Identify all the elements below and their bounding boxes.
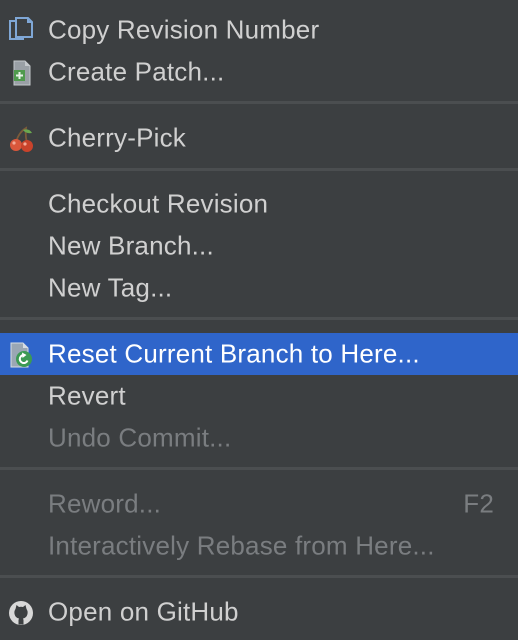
- menu-item-label: Reset Current Branch to Here...: [48, 338, 420, 369]
- menu-item-reset-current-branch[interactable]: Reset Current Branch to Here...: [0, 333, 518, 375]
- menu-item-copy-revision-number[interactable]: Copy Revision Number: [0, 9, 518, 51]
- menu-item-checkout-revision[interactable]: Checkout Revision: [0, 183, 518, 225]
- patch-icon: [6, 58, 36, 88]
- menu-item-shortcut: F2: [463, 488, 494, 519]
- github-icon: [6, 598, 36, 628]
- menu-item-undo-commit[interactable]: Undo Commit...: [0, 417, 518, 459]
- menu-item-reword[interactable]: Reword... F2: [0, 483, 518, 525]
- copy-icon: [6, 16, 36, 46]
- menu-item-label: Open on GitHub: [48, 596, 239, 627]
- menu-item-interactively-rebase[interactable]: Interactively Rebase from Here...: [0, 525, 518, 567]
- menu-item-new-branch[interactable]: New Branch...: [0, 225, 518, 267]
- menu-item-new-tag[interactable]: New Tag...: [0, 267, 518, 309]
- cherry-icon: [6, 124, 36, 154]
- menu-item-label: Checkout Revision: [48, 188, 269, 219]
- menu-separator: [0, 575, 518, 578]
- context-menu: Copy Revision Number Create Patch... Che…: [0, 0, 518, 640]
- reset-icon: [6, 340, 36, 370]
- menu-item-label: Reword...: [48, 488, 162, 519]
- menu-separator: [0, 467, 518, 470]
- menu-item-label: Interactively Rebase from Here...: [48, 530, 435, 561]
- menu-item-label: New Tag...: [48, 272, 173, 303]
- menu-separator: [0, 101, 518, 104]
- menu-separator: [0, 317, 518, 320]
- menu-item-cherry-pick[interactable]: Cherry-Pick: [0, 117, 518, 159]
- menu-separator: [0, 168, 518, 171]
- menu-item-label: Undo Commit...: [48, 422, 232, 453]
- menu-item-create-patch[interactable]: Create Patch...: [0, 51, 518, 93]
- menu-item-label: Cherry-Pick: [48, 122, 186, 153]
- menu-item-label: Create Patch...: [48, 56, 225, 87]
- menu-item-revert[interactable]: Revert: [0, 375, 518, 417]
- menu-item-label: Revert: [48, 380, 126, 411]
- menu-item-label: Copy Revision Number: [48, 14, 320, 45]
- menu-item-open-on-github[interactable]: Open on GitHub: [0, 591, 518, 633]
- menu-item-label: New Branch...: [48, 230, 214, 261]
